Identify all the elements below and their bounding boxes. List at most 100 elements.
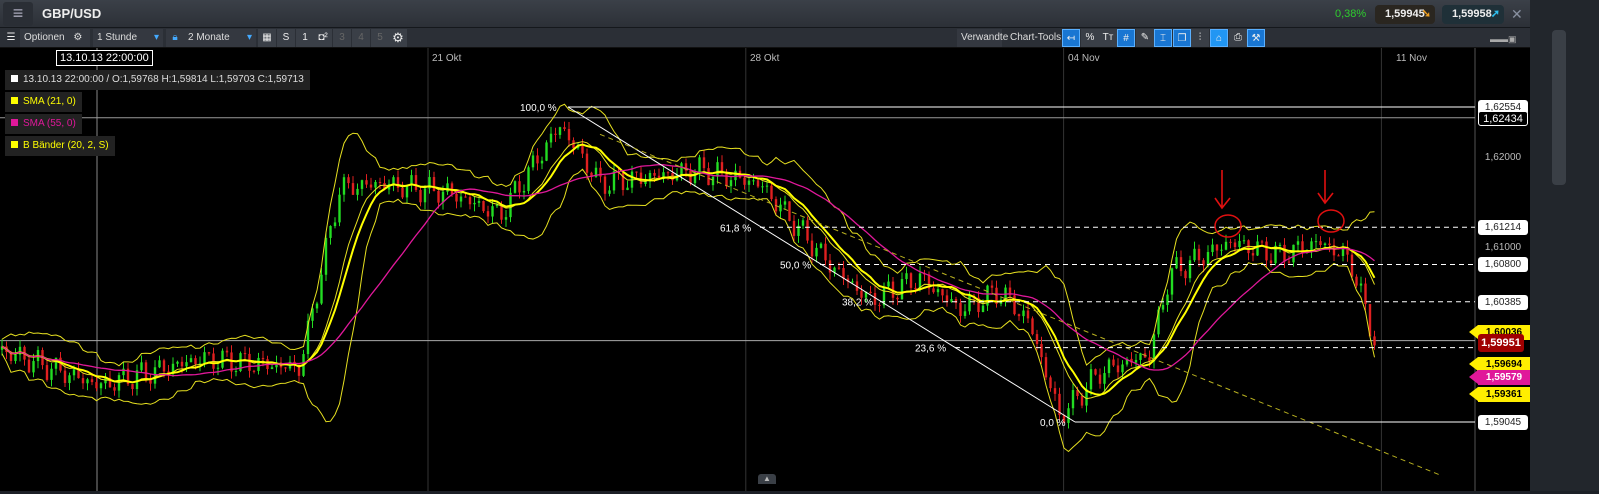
expand-panel-icon[interactable]: ▲ [758,474,776,484]
candles-icon[interactable]: ⫶ [1191,29,1209,47]
print-icon[interactable]: ⎙ [1229,29,1247,47]
window-size-icons[interactable]: ▬▬▣ [1490,34,1517,45]
draw-grid-icon[interactable]: ✎ [1136,29,1154,47]
candle-body [1269,260,1273,264]
s-button[interactable]: S [277,29,295,47]
candle-body [1112,359,1115,366]
price-tag-text: 1,59579 [1485,371,1523,383]
candle-body [1337,255,1340,257]
tools-settings-icon[interactable]: ⚒ [1247,29,1265,47]
lock-icon[interactable]: 🔒︎ [166,29,184,47]
candle-body [518,181,521,193]
candle-body [1278,244,1282,246]
percent-button[interactable]: % [1081,29,1099,47]
fib-level-label: 23,6 % [915,344,946,355]
candle-body [1121,364,1124,373]
bid-price-button[interactable]: 1,59945 ➘ [1375,5,1435,24]
layout-3-button[interactable]: 3 [333,29,351,47]
red-arrow-annotation [1214,170,1231,210]
candle-body [1314,241,1318,243]
candle-body [680,163,683,175]
red-circle-annotation [1214,214,1242,238]
candle-body [185,362,188,367]
candle-body [770,185,773,200]
candle-body [531,155,535,168]
candle-body [851,281,854,283]
candle-body [45,365,49,380]
arrow-left-icon[interactable]: ↤ [1062,29,1080,47]
close-icon[interactable]: ✕ [1511,6,1523,23]
candle-body [158,360,161,368]
candle-body [1319,241,1322,246]
fib-level-label: 50,0 % [780,260,811,271]
candle-body [1287,261,1291,263]
candle-body [1080,396,1084,406]
candle-body [639,172,643,184]
legend-sma55[interactable]: SMA (55, 0) [5,114,82,134]
scrollbar-thumb[interactable] [1552,30,1566,185]
candle-body [464,196,467,198]
grid-icon[interactable]: # [1117,29,1135,47]
candle-body [450,183,454,194]
layout-5-button[interactable]: 5 [371,29,389,47]
candle-body [360,180,364,189]
candle-body [1188,260,1192,279]
candle-body [626,187,629,191]
crosshair-date-label: 13.10.13 22:00:00 [56,50,153,66]
candle-body [113,387,116,391]
text-size-button[interactable]: Tт [1099,29,1117,47]
candle-body [1256,241,1259,256]
down-arrow-icon: ➘ [1421,8,1431,20]
candle-body [635,171,638,173]
range-select[interactable]: 2 Monate ▾ [184,29,256,47]
price-tag-text: 1,59951 [1478,333,1524,352]
candle-body [743,177,746,185]
candle-body [257,357,260,371]
windows-icon[interactable]: ❐ [1173,29,1191,47]
candle-body [131,384,134,390]
bid-price: 1,59945 [1385,8,1425,20]
settings-gear-icon[interactable]: ⚙ [389,29,407,47]
candle-body [1328,243,1331,246]
x-tick-label: 28 Okt [750,53,780,64]
chart-area[interactable]: 100,0 % 61,8 % 50,0 % 38,2 % 23,6 % 0,0 % [0,48,1530,491]
layout-2-icon[interactable]: ◘² [314,29,332,47]
candle-body [765,185,769,187]
label-tag-icon[interactable]: ⌂ [1210,29,1228,47]
candle-body [1359,283,1363,286]
hamburger-icon[interactable]: ≡ [3,2,33,26]
candle-body [959,302,962,316]
candle-body [896,297,899,300]
candle-body [563,127,566,130]
candle-body [207,352,211,354]
options-button[interactable]: Optionen ⚙ [20,29,90,47]
legend-bollinger[interactable]: B Bänder (20, 2, S) [5,136,115,156]
candle-body [252,370,256,372]
candle-body [941,289,944,296]
candle-body [414,175,418,190]
candle-body [194,358,197,365]
candle-body [477,201,481,203]
layout-4-button[interactable]: 4 [352,29,370,47]
legend-sma21[interactable]: SMA (21, 0) [5,92,82,112]
layout-1-button[interactable]: 1 [296,29,314,47]
candle-icon[interactable]: ⌶ [1154,29,1172,47]
candle-body [1035,334,1039,344]
candle-body [905,273,908,280]
interval-select[interactable]: 1 Stunde ▾ [93,29,163,47]
price-chart[interactable]: 100,0 % 61,8 % 50,0 % 38,2 % 23,6 % 0,0 % [0,48,1530,491]
related-button[interactable]: Verwandte [957,29,1008,47]
ask-price-button[interactable]: 1,59958 ➚ [1442,5,1504,24]
calendar-icon[interactable]: ▦ [258,29,276,47]
candle-body [374,181,377,188]
candle-body [1098,374,1102,384]
candle-body [914,287,917,290]
candle-body [653,172,656,176]
sma21-label: SMA (21, 0) [23,96,76,107]
candle-body [401,187,404,198]
title-bar: ≡ GBP/USD 0,38% 1,59945 ➘ 1,59958 ➚ ✕ [0,0,1530,28]
list-icon[interactable]: ☰ [2,29,20,47]
candle-body [491,206,494,217]
price-axis-label: 1,62000 [1484,151,1522,163]
price-axis-label: 1,61000 [1484,241,1522,253]
